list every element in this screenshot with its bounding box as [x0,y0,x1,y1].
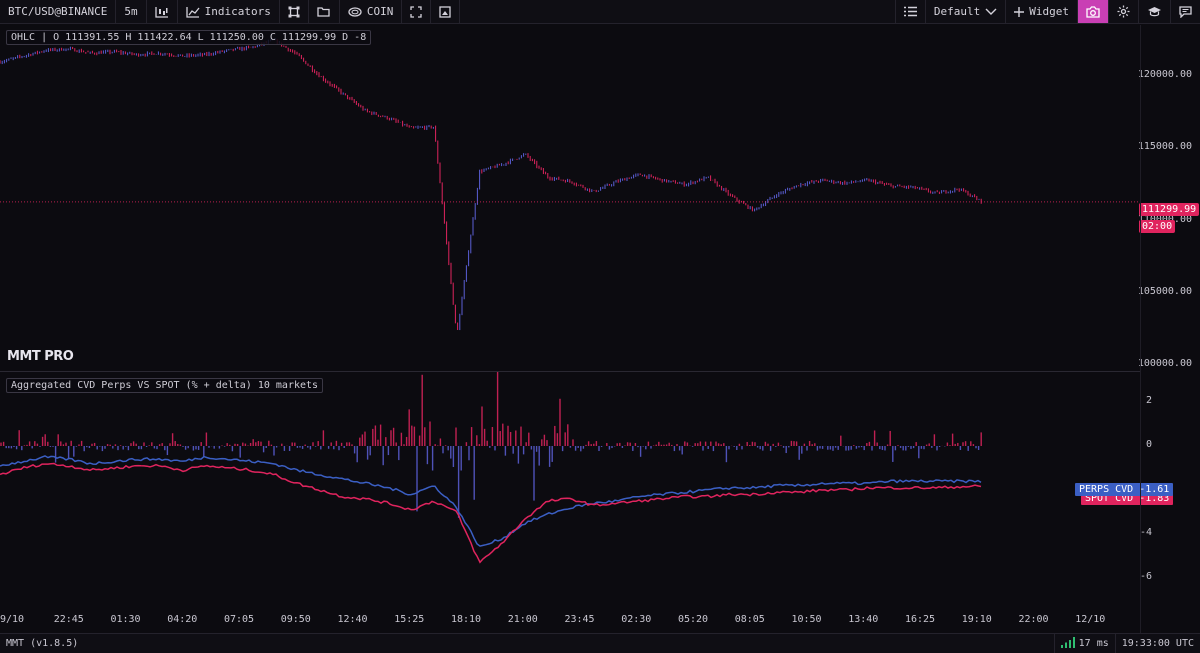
time-axis-label: 18:10 [450,614,482,625]
academy-button[interactable] [1138,0,1170,23]
perps-cvd-tag: PERPS CVD -1.61 [1075,483,1174,496]
price-axis-label: 100000.00 [1137,358,1192,369]
time-axis-label: 02:30 [621,614,652,625]
perps-cvd-value: -1.61 [1139,484,1170,495]
gear-icon [1117,5,1130,18]
time-axis-label: 21:00 [507,614,538,625]
perps-cvd-line [0,455,982,547]
line-chart-icon [185,6,200,18]
timeframe-selector[interactable]: 5m [116,0,147,23]
ohlc-legend: OHLC | O 111391.55 H 111422.64 L 111250.… [6,30,372,45]
time-axis-label: 01:30 [110,614,141,625]
perps-cvd-label: PERPS CVD [1079,484,1134,495]
time-axis-label: 15:25 [394,614,425,625]
last-price-tag: 111299.99 [1139,203,1200,216]
camera-button[interactable] [1077,0,1108,23]
image-icon [439,5,451,18]
time-axis-label: 9/10 [0,614,25,625]
time-axis-label: 05:20 [677,614,709,625]
brand-watermark: MMT PRO [7,349,74,364]
coin-label: COIN [366,5,394,18]
price-chart-pane[interactable]: OHLC | O 111391.55 H 111422.64 L 111250.… [0,25,1200,371]
spot-cvd-line [0,462,982,564]
widget-label: Widget [1029,5,1069,18]
price-axis-label: 115000.00 [1137,141,1192,153]
layout-dropdown[interactable]: Default [924,0,1005,23]
status-bar: MMT (v1.8.5) 17 ms 19:33:00 UTC [0,633,1200,653]
time-axis-label: 19:10 [961,614,992,625]
add-widget-button[interactable]: Widget [1005,0,1077,23]
time-axis-label: 08:05 [734,614,765,625]
settings-button[interactable] [1108,0,1138,23]
folder-icon [317,6,331,17]
app-version: MMT (v1.8.5) [6,638,79,649]
latency-indicator: 17 ms [1053,634,1115,653]
time-axis-label: 12:40 [337,614,368,625]
chart-type-button[interactable] [147,0,178,23]
time-axis-label: 22:00 [1018,614,1049,625]
time-axis[interactable]: 9/10 22:45 01:30 04:20 07:05 09:50 12:40 15:25 1… [0,607,1140,633]
indicators-button[interactable]: Indicators [178,0,280,23]
time-axis-label: 07:05 [223,614,255,625]
fullscreen-icon [410,5,422,18]
list-icon [903,6,917,17]
time-axis-label: 09:50 [280,614,311,625]
layers-list-button[interactable] [894,0,925,23]
chat-icon [1179,5,1192,18]
crop-icon [288,6,300,18]
time-axis-label: 13:40 [848,614,879,625]
timeframe-label: 5m [124,5,138,18]
symbol-label: BTC/USD@BINANCE [8,5,108,18]
time-axis-label: 10:50 [791,614,822,625]
snapshot-image-button[interactable] [431,0,461,23]
cvd-axis-label: -6 [1139,571,1152,582]
candlestick-icon [154,6,169,18]
layout-label: Default [933,5,981,18]
drawing-tools-button[interactable] [280,0,309,23]
signal-bars-icon [1060,636,1075,651]
price-axis-label: 105000.00 [1137,285,1192,297]
time-axis-label: 22:45 [53,614,84,625]
clock-value: 19:33:00 UTC [1121,638,1194,649]
coin-button[interactable]: COIN [340,0,403,23]
cvd-axis-label: 0 [1145,439,1152,450]
time-axis-label: 23:45 [564,614,595,625]
time-axis-label: 16:25 [904,614,936,625]
open-layout-button[interactable] [309,0,340,23]
candle-countdown-tag: 02:00 [1139,220,1176,233]
chevron-down-icon [985,8,997,16]
graduation-cap-icon [1147,6,1162,17]
price-axis-label: 120000.00 [1137,69,1192,81]
price-chart [0,38,1140,331]
time-axis-label: 12/10 [1075,614,1106,625]
cvd-legend: Aggregated CVD Perps VS SPOT (% + delta)… [6,378,324,393]
cvd-indicator-pane[interactable]: Aggregated CVD Perps VS SPOT (% + delta)… [0,372,1200,607]
clock: 19:33:00 UTC [1114,634,1200,653]
plus-icon [1014,6,1025,17]
camera-icon [1086,5,1100,18]
time-axis-label: 04:20 [167,614,198,625]
indicators-label: Indicators [204,5,271,18]
fullscreen-button[interactable] [402,0,432,23]
coin-icon [348,6,362,17]
latency-value: 17 ms [1078,638,1109,649]
cvd-chart [0,372,982,564]
symbol-selector[interactable]: BTC/USD@BINANCE [0,0,117,23]
toolbar: BTC/USD@BINANCE 5m Indicators COIN Defau… [0,0,1200,24]
cvd-axis-label: -4 [1139,527,1152,538]
axis-border [1140,25,1141,633]
messages-button[interactable] [1170,0,1200,23]
cvd-axis-label: 2 [1145,395,1152,406]
